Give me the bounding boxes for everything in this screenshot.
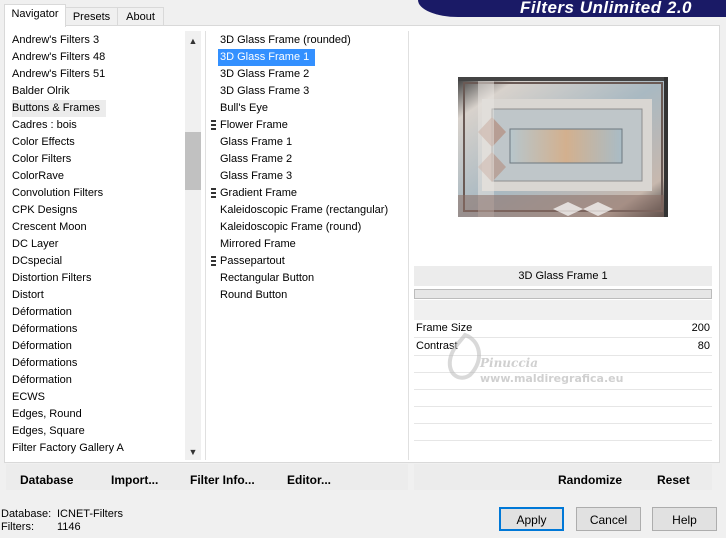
filter-item[interactable]: Round Button bbox=[220, 287, 287, 304]
filter-info-button[interactable]: Filter Info... bbox=[190, 472, 255, 488]
randomize-button[interactable]: Randomize bbox=[558, 472, 622, 488]
status-database-label: Database: bbox=[1, 508, 52, 520]
category-item[interactable]: Convolution Filters bbox=[12, 185, 103, 202]
category-item[interactable]: Filter Factory Gallery A bbox=[12, 440, 124, 457]
preview-thumbnail bbox=[458, 77, 668, 217]
category-scrollbar[interactable] bbox=[185, 31, 201, 460]
filter-name-bar: 3D Glass Frame 1 bbox=[414, 266, 712, 286]
filter-item[interactable]: Kaleidoscopic Frame (round) bbox=[220, 219, 361, 236]
filter-item[interactable]: Glass Frame 2 bbox=[220, 151, 292, 168]
panel-divider bbox=[408, 31, 409, 460]
filter-item[interactable]: 3D Glass Frame (rounded) bbox=[220, 32, 351, 49]
filter-item[interactable]: Bull's Eye bbox=[220, 100, 268, 117]
tab-presets[interactable]: Presets bbox=[65, 7, 118, 26]
param-separator bbox=[414, 406, 712, 407]
import-button[interactable]: Import... bbox=[111, 472, 158, 488]
cancel-button[interactable]: Cancel bbox=[576, 507, 641, 531]
category-item[interactable]: Distortion Filters bbox=[12, 270, 91, 287]
tab-navigator[interactable]: Navigator bbox=[4, 4, 66, 27]
reset-button[interactable]: Reset bbox=[657, 472, 690, 488]
param-value: 200 bbox=[691, 322, 710, 334]
category-item[interactable]: Déformation bbox=[12, 372, 72, 389]
category-item[interactable]: Balder Olrik bbox=[12, 83, 69, 100]
status-filters-label: Filters: bbox=[1, 521, 34, 533]
category-item[interactable]: Buttons & Frames bbox=[12, 100, 107, 117]
category-item[interactable]: Déformation bbox=[12, 338, 72, 355]
category-item[interactable]: DCspecial bbox=[12, 253, 62, 270]
category-item[interactable]: Edges, Round bbox=[12, 406, 82, 423]
param-header-space bbox=[414, 300, 712, 320]
scroll-up-icon[interactable]: ▲ bbox=[185, 33, 201, 49]
category-item[interactable]: ECWS bbox=[12, 389, 45, 406]
category-item[interactable]: Color Filters bbox=[12, 151, 71, 168]
tab-about[interactable]: About bbox=[117, 7, 164, 26]
filter-group-marker-icon bbox=[211, 188, 216, 198]
apply-button[interactable]: Apply bbox=[499, 507, 564, 531]
filter-item[interactable]: 3D Glass Frame 1 bbox=[218, 49, 316, 66]
category-item[interactable]: Déformation bbox=[12, 304, 72, 321]
app-banner: Filters Unlimited 2.0 bbox=[418, 0, 726, 17]
param-value: 80 bbox=[697, 340, 710, 352]
filter-item[interactable]: 3D Glass Frame 3 bbox=[220, 83, 309, 100]
filter-list[interactable]: 3D Glass Frame (rounded) 3D Glass Frame 1… bbox=[207, 31, 407, 460]
param-separator bbox=[414, 423, 712, 424]
scroll-down-icon[interactable]: ▼ bbox=[185, 444, 201, 460]
param-separator bbox=[414, 440, 712, 441]
watermark: Pinuccia www.maldiregrafica.eu bbox=[440, 330, 660, 390]
category-item[interactable]: Cadres : bois bbox=[12, 117, 77, 134]
category-item[interactable]: Déformations bbox=[12, 321, 77, 338]
filter-item[interactable]: 3D Glass Frame 2 bbox=[220, 66, 309, 83]
category-item[interactable]: Distort bbox=[12, 287, 44, 304]
filter-item[interactable]: Glass Frame 3 bbox=[220, 168, 292, 185]
status-database-value: ICNET-Filters bbox=[57, 508, 123, 520]
category-item[interactable]: Andrew's Filters 3 bbox=[12, 32, 99, 49]
category-list[interactable]: Andrew's Filters 3 Andrew's Filters 48 And… bbox=[6, 31, 202, 460]
watermark-name: Pinuccia bbox=[480, 356, 538, 370]
preview-image bbox=[458, 77, 668, 217]
category-item[interactable]: Andrew's Filters 48 bbox=[12, 49, 105, 66]
progress-bar bbox=[414, 289, 712, 299]
watermark-url: www.maldiregrafica.eu bbox=[480, 372, 624, 385]
filter-item[interactable]: Kaleidoscopic Frame (rectangular) bbox=[220, 202, 388, 219]
database-button[interactable]: Database bbox=[20, 472, 73, 488]
status-filters-value: 1146 bbox=[57, 521, 81, 533]
list-divider bbox=[205, 31, 206, 460]
category-item[interactable]: ColorRave bbox=[12, 168, 64, 185]
filter-item[interactable]: Gradient Frame bbox=[220, 185, 297, 202]
category-item[interactable]: Déformations bbox=[12, 355, 77, 372]
filter-group-marker-icon bbox=[211, 120, 216, 130]
banner-title: Filters Unlimited 2.0 bbox=[519, 0, 692, 17]
category-item[interactable]: Edges, Square bbox=[12, 423, 85, 440]
filter-item[interactable]: Flower Frame bbox=[220, 117, 288, 134]
editor-button[interactable]: Editor... bbox=[287, 472, 331, 488]
filter-item[interactable]: Rectangular Button bbox=[220, 270, 314, 287]
filter-item[interactable]: Passepartout bbox=[220, 253, 285, 270]
help-button[interactable]: Help bbox=[652, 507, 717, 531]
category-item[interactable]: DC Layer bbox=[12, 236, 58, 253]
category-item[interactable]: Crescent Moon bbox=[12, 219, 87, 236]
category-item[interactable]: Andrew's Filters 51 bbox=[12, 66, 105, 83]
category-item[interactable]: CPK Designs bbox=[12, 202, 77, 219]
category-item[interactable]: Color Effects bbox=[12, 134, 75, 151]
category-scrollbar-thumb[interactable] bbox=[185, 132, 201, 190]
filter-item[interactable]: Glass Frame 1 bbox=[220, 134, 292, 151]
filter-item[interactable]: Mirrored Frame bbox=[220, 236, 296, 253]
filter-group-marker-icon bbox=[211, 256, 216, 266]
